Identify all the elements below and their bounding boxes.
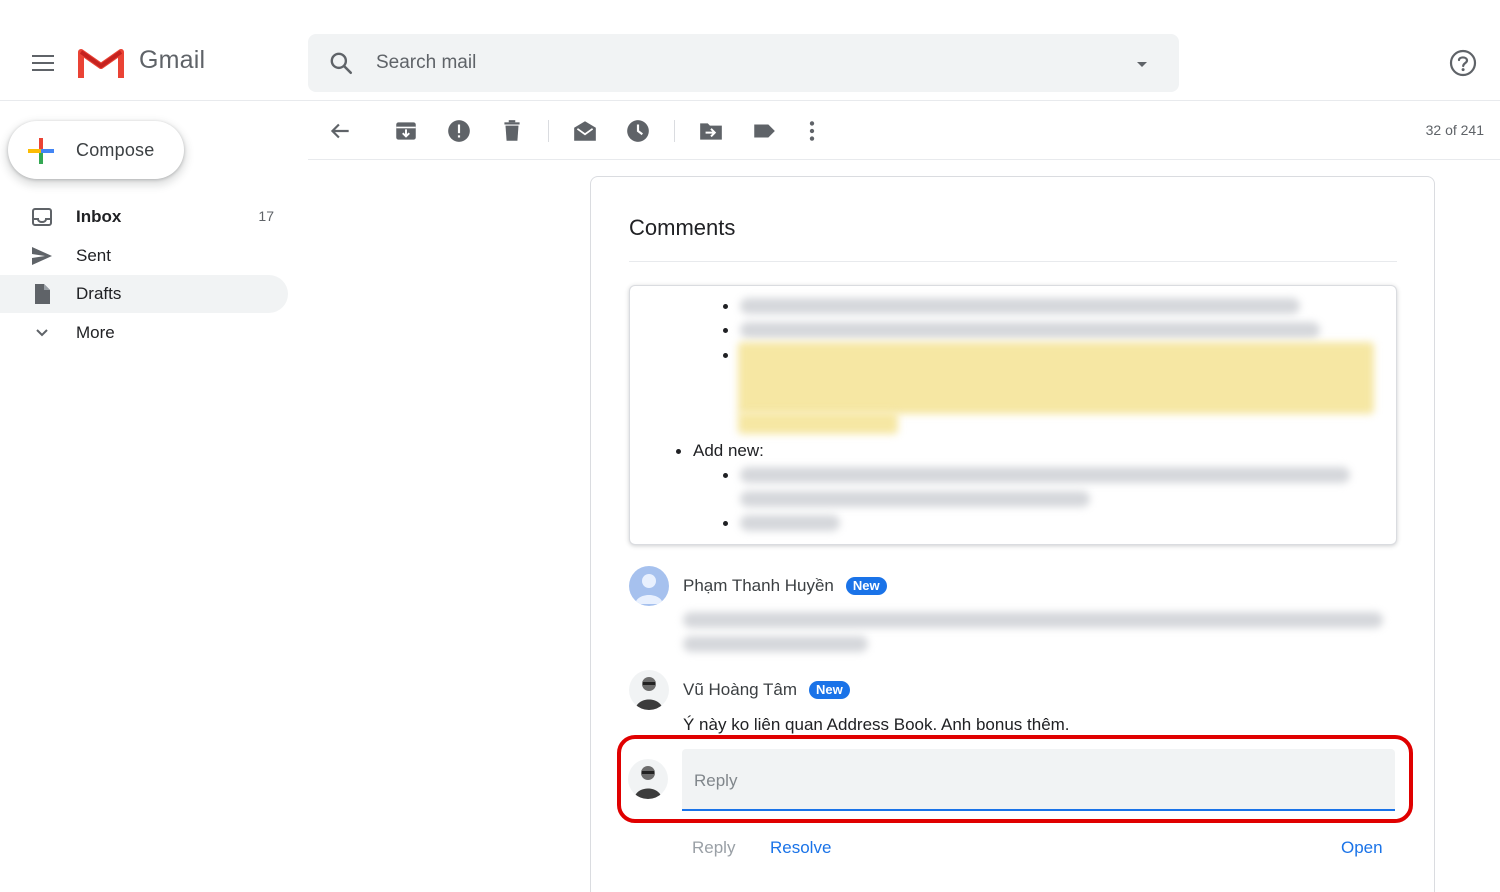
comments-title: Comments [629,215,736,240]
inbox-unread-count: 17 [258,208,274,224]
search-options-dropdown-icon[interactable] [1130,52,1154,76]
reply-button[interactable]: Reply [692,838,735,858]
default-user-avatar[interactable] [629,566,669,606]
sidebar-item-label: Drafts [76,284,122,303]
report-spam-icon[interactable] [446,118,472,144]
comment-author: Phạm Thanh Huyền New [683,576,887,596]
toolbar-divider [548,120,549,142]
open-button[interactable]: Open [1341,838,1383,858]
author-name: Vũ Hoàng Tâm [683,680,798,699]
search-bar [308,34,1179,92]
redacted-text [740,491,1090,507]
toolbar-divider [674,120,675,142]
message-pager: 32 of 241 [1425,122,1484,138]
more-vert-icon[interactable] [799,118,825,144]
gmail-logo-icon[interactable] [77,44,125,80]
search-input[interactable] [376,48,1076,78]
comment-item: Phạm Thanh Huyền New [629,566,1399,658]
sidebar-item-more[interactable]: More [0,314,288,352]
back-arrow-icon[interactable] [327,118,353,144]
quote-add-new-label: Add new: [693,441,764,460]
gmail-logo-text: Gmail [139,46,206,74]
sidebar-item-label: Sent [76,246,111,265]
compose-plus-icon [28,138,54,164]
compose-label: Compose [76,140,155,160]
comment-text: Ý này ko liên quan Address Book. Anh bon… [683,715,1070,734]
redacted-text [683,636,868,652]
sidebar-item-inbox[interactable]: Inbox 17 [0,198,288,236]
sidebar-item-drafts[interactable]: Drafts [0,275,288,313]
label-icon[interactable] [751,118,777,144]
compose-button[interactable]: Compose [8,121,184,179]
redacted-highlighted-text [738,412,898,434]
list-bullet [723,353,728,358]
sidebar-item-sent[interactable]: Sent [0,237,288,275]
top-header: Gmail [0,0,1500,101]
message-toolbar: 32 of 241 [308,102,1500,160]
user-photo-avatar[interactable] [629,670,669,710]
sidebar-item-label: Inbox [76,207,122,226]
main-menu-icon[interactable] [22,43,62,83]
list-bullet [676,449,681,454]
reply-input[interactable] [682,749,1395,811]
comment-author: Vũ Hoàng Tâm New [683,680,850,700]
redacted-text [683,612,1383,628]
new-badge: New [809,681,850,699]
current-user-avatar [628,759,668,799]
mark-unread-icon[interactable] [572,118,598,144]
comment-item: Vũ Hoàng Tâm New Ý này ko liên quan Addre… [629,670,1399,740]
delete-icon[interactable] [499,118,525,144]
search-icon[interactable] [328,50,354,76]
divider [629,261,1397,262]
list-bullet [723,521,728,526]
author-name: Phạm Thanh Huyền [683,576,834,595]
redacted-text [740,467,1350,483]
quoted-document-excerpt: Add new: [629,285,1397,545]
help-icon[interactable] [1448,48,1478,78]
list-bullet [723,473,728,478]
inbox-icon [32,208,52,226]
new-badge: New [845,577,887,595]
sidebar-item-label: More [76,323,115,342]
draft-icon [35,284,50,304]
snooze-icon[interactable] [625,118,651,144]
chevron-down-icon [36,329,48,337]
send-icon [32,247,52,265]
redacted-text [740,298,1300,314]
redacted-highlighted-text [738,342,1374,414]
move-to-icon[interactable] [698,118,724,144]
list-bullet [723,304,728,309]
redacted-text [740,515,840,531]
archive-icon[interactable] [393,118,419,144]
resolve-button[interactable]: Resolve [770,838,831,858]
redacted-text [740,322,1320,338]
list-bullet [723,328,728,333]
